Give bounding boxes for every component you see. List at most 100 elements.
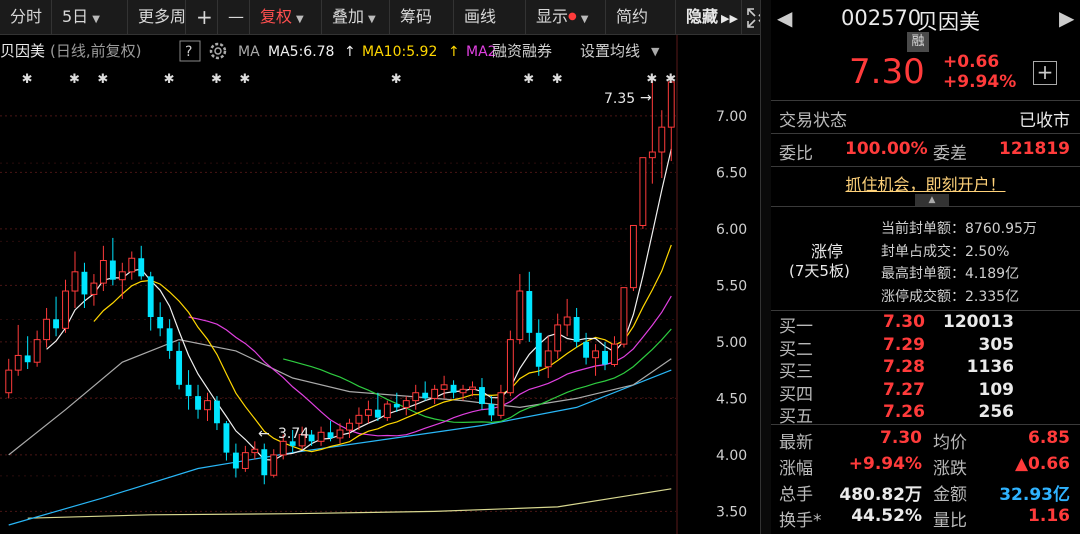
candle[interactable] (440, 375, 448, 399)
candle[interactable] (308, 430, 315, 446)
event-marker-icon[interactable]: ✱ (646, 72, 657, 87)
candle[interactable] (383, 400, 391, 421)
candle[interactable] (583, 332, 590, 365)
collapse-button[interactable]: ▲ (915, 194, 949, 206)
candle[interactable] (602, 341, 608, 371)
candle[interactable] (166, 319, 173, 359)
candle[interactable] (195, 384, 201, 419)
event-marker-icon[interactable]: ✱ (164, 72, 175, 87)
event-marker-icon[interactable]: ✱ (97, 72, 108, 87)
adjust-button[interactable]: 复权 ▼ (250, 0, 322, 34)
prev-stock-icon[interactable]: ◀ (777, 6, 792, 30)
candle[interactable] (374, 392, 381, 421)
candle[interactable] (317, 426, 325, 446)
candle[interactable] (241, 445, 249, 472)
candle[interactable] (412, 384, 420, 410)
candle[interactable] (516, 274, 524, 345)
event-marker-icon[interactable]: ✱ (665, 72, 676, 87)
candle[interactable] (620, 287, 628, 348)
next-stock-icon[interactable]: ▶ (1059, 6, 1074, 30)
zoom-out-button[interactable]: — (218, 0, 250, 34)
event-marker-icon[interactable]: ✱ (523, 72, 534, 87)
zoom-in-button[interactable]: + (186, 0, 218, 34)
candle[interactable] (488, 396, 495, 421)
candle[interactable] (629, 224, 637, 292)
candle[interactable] (402, 396, 410, 416)
candle[interactable] (469, 381, 476, 397)
candle[interactable] (118, 262, 126, 299)
candle[interactable] (270, 449, 278, 478)
fullscreen-button[interactable] (742, 0, 767, 34)
tab-intraday[interactable]: 分时 (0, 0, 52, 34)
event-marker-icon[interactable]: ✱ (211, 72, 222, 87)
candle[interactable] (90, 274, 98, 306)
margin-trading-link[interactable]: 融资融券 (492, 42, 552, 60)
event-marker-icon[interactable]: ✱ (22, 72, 33, 87)
candle[interactable] (128, 251, 136, 280)
candle[interactable] (251, 441, 259, 460)
candle[interactable] (33, 330, 41, 367)
order-book-row[interactable]: 买二 7.29 305 (771, 335, 1080, 360)
candle[interactable] (611, 336, 618, 367)
candle[interactable] (138, 245, 145, 280)
candle[interactable] (497, 384, 505, 419)
tab-more-periods[interactable]: 更多周 (128, 0, 186, 34)
candle[interactable] (14, 324, 22, 376)
display-button[interactable]: 显示● ▼ (526, 0, 606, 34)
order-book-row[interactable]: 买四 7.27 109 (771, 380, 1080, 405)
overlay-button[interactable]: 叠加 ▼ (322, 0, 390, 34)
add-watchlist-button[interactable]: + (1033, 61, 1057, 85)
set-ma-button[interactable]: 设置均线 (580, 42, 640, 60)
candle[interactable] (43, 307, 51, 348)
candle[interactable] (526, 271, 533, 342)
candle[interactable] (71, 251, 79, 308)
candle[interactable] (214, 396, 220, 431)
candle[interactable] (479, 378, 485, 410)
candle[interactable] (346, 418, 353, 438)
simple-button[interactable]: 简约 (606, 0, 676, 34)
candle[interactable] (232, 443, 239, 478)
chips-button[interactable]: 筹码 (390, 0, 454, 34)
hide-button[interactable]: 隐藏 ▶▶ (676, 0, 742, 34)
candle[interactable] (450, 380, 457, 399)
candle[interactable] (544, 336, 552, 379)
kline-chart[interactable]: 7.00 6.50 6.00 5.50 5.00 4.50 4.00 3.50 ✱ ✱ ✱ ✱ ✱ ✱ ✱… (0, 35, 760, 534)
order-book-row[interactable]: 买五 7.26 256 (771, 402, 1080, 427)
candle[interactable] (535, 319, 542, 376)
candle[interactable] (223, 420, 230, 461)
event-marker-icon[interactable]: ✱ (69, 72, 80, 87)
candle[interactable] (109, 237, 116, 286)
event-marker-icon[interactable]: ✱ (391, 72, 402, 87)
candle[interactable] (176, 341, 183, 390)
order-book-row[interactable]: 买三 7.28 1136 (771, 357, 1080, 382)
candle[interactable] (506, 330, 514, 397)
draw-button[interactable]: 画线 (454, 0, 526, 34)
open-account-link[interactable]: 抓住机会，即刻开户！ (845, 175, 1005, 194)
candle[interactable] (204, 392, 211, 421)
candle[interactable] (53, 296, 59, 337)
candle[interactable] (99, 245, 107, 292)
candle[interactable] (431, 384, 439, 405)
candle[interactable] (81, 262, 88, 308)
candle[interactable] (639, 157, 647, 229)
candle[interactable] (658, 110, 666, 179)
candle[interactable] (563, 298, 571, 337)
candle[interactable] (554, 313, 562, 359)
candle[interactable] (364, 400, 372, 424)
candle[interactable] (422, 381, 429, 401)
candle[interactable] (5, 358, 13, 399)
gear-icon[interactable] (209, 42, 227, 60)
candle[interactable] (62, 279, 69, 333)
candle[interactable] (185, 370, 192, 410)
order-book-row[interactable]: 买一 7.30 120013 (771, 312, 1080, 337)
candle[interactable] (24, 336, 31, 370)
candle[interactable] (157, 302, 164, 337)
candle[interactable] (592, 344, 599, 376)
candle[interactable] (147, 271, 154, 331)
candle[interactable] (573, 307, 580, 348)
tab-5day[interactable]: 5日 ▼ (52, 0, 128, 34)
event-marker-icon[interactable]: ✱ (552, 72, 563, 87)
event-marker-icon[interactable]: ✱ (239, 72, 250, 87)
candle[interactable] (261, 443, 268, 485)
candle[interactable] (667, 81, 675, 162)
